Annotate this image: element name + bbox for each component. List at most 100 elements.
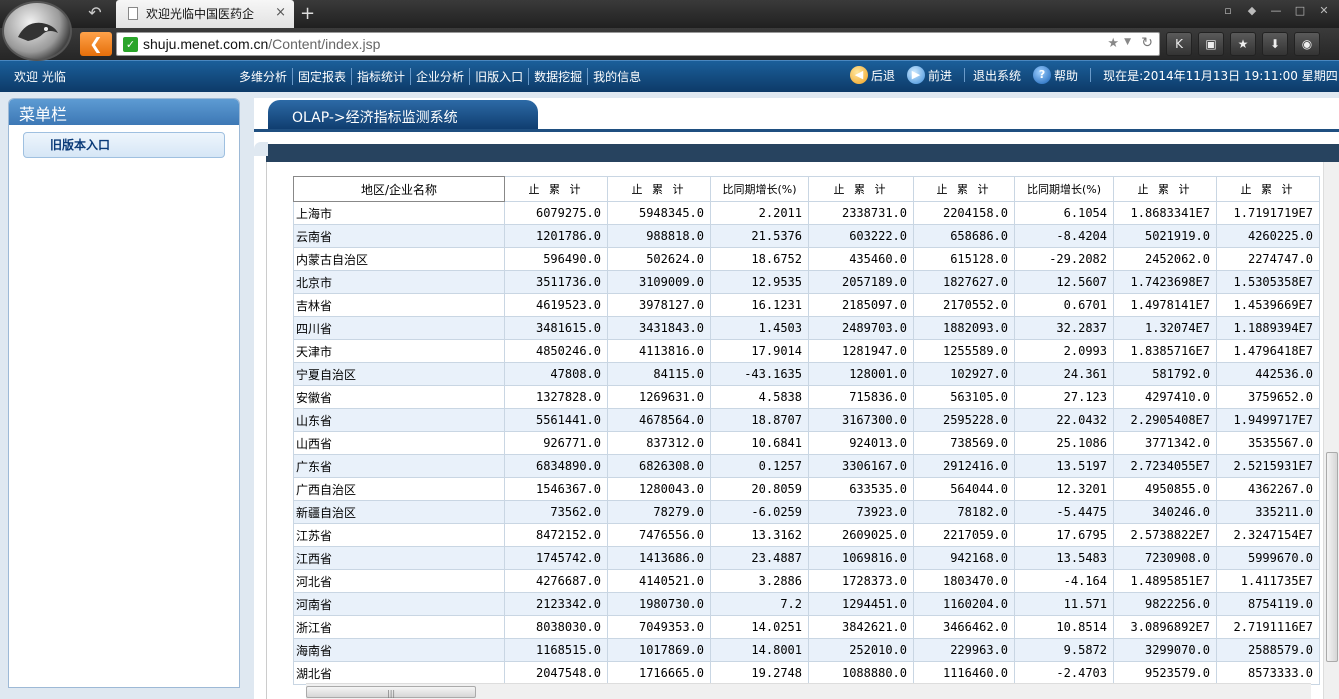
horizontal-scrollbar[interactable]: ||| (306, 683, 1311, 699)
back-icon[interactable]: ↶ (84, 4, 106, 22)
value-cell: 1.32074E7 (1113, 316, 1217, 340)
chevron-down-icon[interactable]: ▼ (1124, 37, 1131, 47)
menu-item-indicator-stats[interactable]: 指标统计 (352, 68, 412, 85)
region-name-cell: 吉林省 (293, 293, 505, 317)
table-row[interactable]: 浙江省 8038030.0 7049353.0 14.0251 3842621.0 346… (293, 615, 1320, 639)
column-header[interactable]: 地区/企业名称 (293, 176, 505, 202)
value-cell: 502624.0 (607, 247, 711, 271)
table-row[interactable]: 海南省 1168515.0 1017869.0 14.8001 252010.0 2299… (293, 638, 1320, 662)
table-row[interactable]: 广东省 6834890.0 6826308.0 0.1257 3306167.0 2912… (293, 454, 1320, 478)
column-header[interactable]: 止 累 计 (808, 176, 914, 202)
table-row[interactable]: 江苏省 8472152.0 7476556.0 13.3162 2609025.0 221… (293, 523, 1320, 547)
region-name-cell: 浙江省 (293, 615, 505, 639)
forward-nav-button[interactable]: ▶ 前进 (907, 66, 952, 84)
table-row[interactable]: 广西自治区 1546367.0 1280043.0 20.8059 633535.0 56… (293, 477, 1320, 501)
value-cell: 4276687.0 (504, 569, 608, 593)
shirt-icon[interactable]: ◆ (1241, 2, 1263, 20)
table-row[interactable]: 云南省 1201786.0 988818.0 21.5376 603222.0 65868… (293, 224, 1320, 248)
column-header[interactable]: 止 累 计 (607, 176, 711, 202)
value-cell: 1716665.0 (607, 661, 711, 685)
table-row[interactable]: 宁夏自治区 47808.0 84115.0 -43.1635 128001.0 10292… (293, 362, 1320, 386)
browser-logo[interactable] (2, 1, 72, 61)
menu-item-data-mining[interactable]: 数据挖掘 (529, 68, 589, 85)
browser-tab[interactable]: 欢迎光临中国医药企 × (116, 0, 294, 28)
value-cell: 442536.0 (1216, 362, 1320, 386)
table-row[interactable]: 内蒙古自治区 596490.0 502624.0 18.6752 435460.0 615… (293, 247, 1320, 271)
menu-item-enterprise-analysis[interactable]: 企业分析 (411, 68, 471, 85)
tab-close-icon[interactable]: × (275, 5, 286, 20)
lock-icon[interactable]: ▣ (1198, 32, 1224, 56)
gamepad-icon[interactable]: ◉ (1294, 32, 1320, 56)
divider (254, 129, 1339, 132)
reload-icon[interactable]: ↻ (1141, 35, 1153, 51)
value-cell: 2204158.0 (913, 201, 1015, 225)
sidebar-item-old-version[interactable]: 旧版本入口 (23, 132, 225, 158)
data-table: 地区/企业名称 止 累 计 止 累 计 比同期增长(%) 止 累 计 止 累 计… (293, 176, 1320, 685)
value-cell: 17.9014 (710, 339, 809, 363)
column-header[interactable]: 止 累 计 (504, 176, 608, 202)
value-cell: 2609025.0 (808, 523, 914, 547)
table-row[interactable]: 新疆自治区 73562.0 78279.0 -6.0259 73923.0 78182.0… (293, 500, 1320, 524)
value-cell: 6826308.0 (607, 454, 711, 478)
value-cell: 4297410.0 (1113, 385, 1217, 409)
table-row[interactable]: 天津市 4850246.0 4113816.0 17.9014 1281947.0 125… (293, 339, 1320, 363)
value-cell: 7230908.0 (1113, 546, 1217, 570)
value-cell: -2.4703 (1014, 661, 1114, 685)
clock-text: 现在是:2014年11月13日 19:11:00 星期四 (1103, 68, 1338, 83)
column-header[interactable]: 止 累 计 (913, 176, 1015, 202)
back-button[interactable]: ❮ (80, 32, 112, 56)
url-text: shuju.menet.com.cn/Content/index.jsp (143, 36, 381, 52)
close-window-icon[interactable]: ✕ (1313, 2, 1335, 20)
sidebar: 菜单栏 旧版本入口 (8, 98, 240, 688)
value-cell: 1882093.0 (913, 316, 1015, 340)
value-cell: 20.8059 (710, 477, 809, 501)
value-cell: 2588579.0 (1216, 638, 1320, 662)
value-cell: 563105.0 (913, 385, 1015, 409)
menu-item-fixed-report[interactable]: 固定报表 (293, 68, 353, 85)
minimize-icon[interactable]: — (1265, 2, 1287, 20)
column-header[interactable]: 止 累 计 (1113, 176, 1217, 202)
table-row[interactable]: 四川省 3481615.0 3431843.0 1.4503 2489703.0 1882… (293, 316, 1320, 340)
region-name-cell: 广西自治区 (293, 477, 505, 501)
table-row[interactable]: 上海市 6079275.0 5948345.0 2.2011 2338731.0 2204… (293, 201, 1320, 225)
vertical-scrollbar[interactable] (1323, 162, 1339, 699)
table-row[interactable]: 江西省 1745742.0 1413686.0 23.4887 1069816.0 942… (293, 546, 1320, 570)
favorites-icon[interactable]: ★ (1230, 32, 1256, 56)
table-row[interactable]: 河北省 4276687.0 4140521.0 3.2886 1728373.0 1803… (293, 569, 1320, 593)
download-icon[interactable]: ⬇ (1262, 32, 1288, 56)
scroll-thumb[interactable]: ||| (306, 686, 476, 698)
column-header[interactable]: 比同期增长(%) (1014, 176, 1114, 202)
column-header[interactable]: 比同期增长(%) (710, 176, 809, 202)
maximize-icon[interactable]: □ (1289, 2, 1311, 20)
table-row[interactable]: 安徽省 1327828.0 1269631.0 4.5838 715836.0 56310… (293, 385, 1320, 409)
table-row[interactable]: 山东省 5561441.0 4678564.0 18.8707 3167300.0 259… (293, 408, 1320, 432)
menu-item-my-info[interactable]: 我的信息 (588, 68, 646, 85)
table-row[interactable]: 河南省 2123342.0 1980730.0 7.2 1294451.0 1160204… (293, 592, 1320, 616)
region-name-cell: 新疆自治区 (293, 500, 505, 524)
restore-icon[interactable]: ▫ (1217, 2, 1239, 20)
new-tab-icon[interactable]: + (300, 3, 315, 24)
value-cell: 3842621.0 (808, 615, 914, 639)
value-cell: 11.571 (1014, 592, 1114, 616)
k-icon[interactable]: K (1166, 32, 1192, 56)
breadcrumb: OLAP->经济指标监测系统 (268, 100, 538, 130)
value-cell: 3.2886 (710, 569, 809, 593)
url-field[interactable]: ✓ shuju.menet.com.cn/Content/index.jsp ★… (116, 32, 1160, 56)
scroll-thumb[interactable] (1326, 452, 1338, 662)
value-cell: 13.5483 (1014, 546, 1114, 570)
value-cell: 2047548.0 (504, 661, 608, 685)
value-cell: 1.8683341E7 (1113, 201, 1217, 225)
value-cell: 4.5838 (710, 385, 809, 409)
column-header[interactable]: 止 累 计 (1216, 176, 1320, 202)
menu-item-multidim[interactable]: 多维分析 (234, 68, 294, 85)
table-row[interactable]: 山西省 926771.0 837312.0 10.6841 924013.0 738569… (293, 431, 1320, 455)
logout-button[interactable]: 退出系统 (973, 67, 1021, 84)
help-button[interactable]: ? 帮助 (1033, 66, 1078, 84)
value-cell: 3771342.0 (1113, 431, 1217, 455)
back-nav-button[interactable]: ◀ 后退 (850, 66, 895, 84)
menu-item-old-version[interactable]: 旧版入口 (470, 68, 530, 85)
table-row[interactable]: 吉林省 4619523.0 3978127.0 16.1231 2185097.0 217… (293, 293, 1320, 317)
table-row[interactable]: 北京市 3511736.0 3109009.0 12.9535 2057189.0 182… (293, 270, 1320, 294)
table-row[interactable]: 湖北省 2047548.0 1716665.0 19.2748 1088880.0 111… (293, 661, 1320, 685)
star-icon[interactable]: ★ (1107, 36, 1119, 51)
